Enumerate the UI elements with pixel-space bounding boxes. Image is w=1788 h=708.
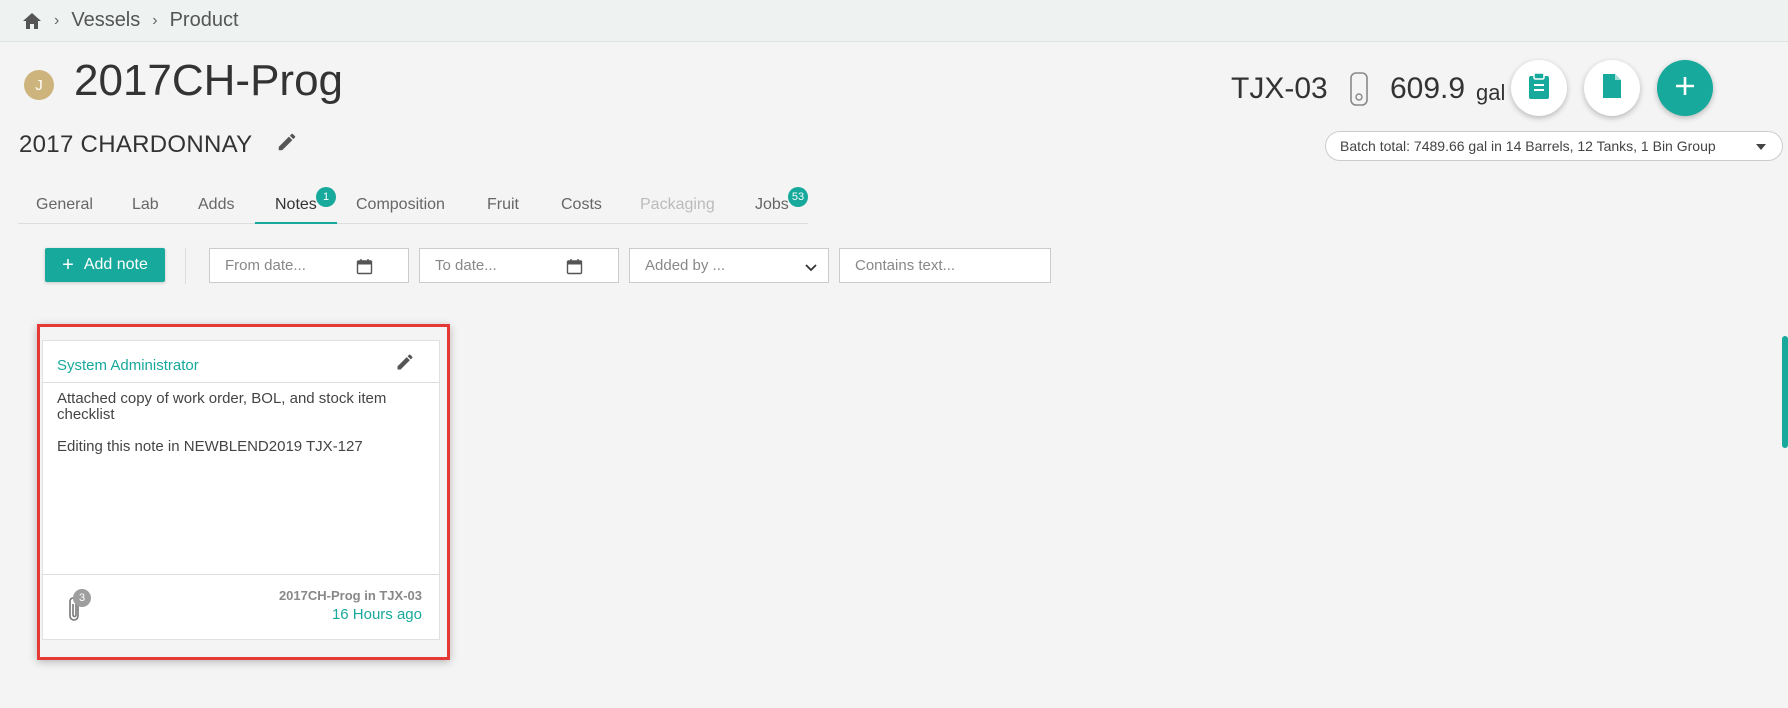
- tab-notes[interactable]: Notes: [275, 196, 317, 214]
- chevron-right-icon: ›: [152, 11, 158, 29]
- added-by-placeholder: Added by ...: [645, 257, 726, 274]
- add-note-label: Add note: [83, 256, 148, 273]
- clipboard-icon: [1527, 71, 1551, 105]
- volume-unit: gal: [1476, 80, 1506, 105]
- calendar-icon[interactable]: [566, 258, 583, 275]
- note-text-line: Attached copy of work order, BOL, and st…: [57, 390, 387, 423]
- note-text-line: Editing this note in NEWBLEND2019 TJX-12…: [57, 438, 363, 455]
- jobs-count-badge: 53: [788, 187, 808, 207]
- pencil-icon[interactable]: [276, 131, 298, 153]
- note-card: System Administrator Attached copy of wo…: [42, 340, 440, 640]
- attachment-count-badge: 3: [73, 589, 91, 607]
- notes-count-badge: 1: [316, 187, 336, 207]
- vessel-volume: 609.9: [1390, 72, 1466, 105]
- tab-packaging: Packaging: [640, 196, 715, 213]
- add-note-button[interactable]: + Add note: [45, 248, 165, 282]
- tab-lab[interactable]: Lab: [132, 196, 159, 214]
- tab-general[interactable]: General: [36, 196, 93, 214]
- note-timestamp: 16 Hours ago: [331, 606, 422, 623]
- document-icon: [1601, 72, 1623, 105]
- page-title: 2017CH-Prog: [74, 56, 344, 105]
- contains-text-input[interactable]: Contains text...: [839, 248, 1051, 283]
- home-icon[interactable]: [22, 11, 42, 31]
- tab-fruit[interactable]: Fruit: [487, 196, 519, 214]
- tab-costs[interactable]: Costs: [561, 196, 602, 214]
- plus-icon: [1673, 74, 1697, 103]
- chevron-down-icon: [804, 260, 818, 274]
- note-header: System Administrator: [43, 341, 439, 383]
- vessel-code: TJX-03: [1231, 72, 1328, 105]
- to-date-input[interactable]: To date...: [419, 248, 619, 283]
- toolbar-divider: [185, 248, 186, 284]
- to-date-placeholder: To date...: [435, 257, 497, 274]
- tab-adds[interactable]: Adds: [198, 196, 234, 214]
- note-footer: 3 2017CH-Prog in TJX-03 16 Hours ago: [43, 574, 439, 641]
- plus-icon: +: [62, 254, 74, 276]
- scrollbar-thumb[interactable]: [1782, 336, 1788, 448]
- add-button[interactable]: [1657, 60, 1713, 116]
- note-author-link[interactable]: System Administrator: [57, 357, 199, 374]
- active-tab-indicator: [255, 222, 337, 224]
- pencil-icon[interactable]: [395, 352, 415, 372]
- document-button[interactable]: [1584, 60, 1640, 116]
- tank-icon: [1348, 70, 1370, 108]
- caret-down-icon: [1756, 144, 1766, 150]
- tab-composition[interactable]: Composition: [356, 196, 445, 214]
- work-order-button[interactable]: [1511, 60, 1567, 116]
- from-date-placeholder: From date...: [225, 257, 306, 274]
- chevron-right-icon: ›: [54, 11, 60, 29]
- batch-total-dropdown[interactable]: Batch total: 7489.66 gal in 14 Barrels, …: [1325, 131, 1783, 161]
- tab-jobs[interactable]: Jobs: [755, 196, 789, 214]
- contains-text-placeholder: Contains text...: [855, 257, 956, 274]
- note-location: 2017CH-Prog in TJX-03: [278, 588, 422, 603]
- added-by-select[interactable]: Added by ...: [629, 248, 829, 283]
- lot-description: 2017 CHARDONNAY: [19, 131, 253, 158]
- breadcrumb-product[interactable]: Product: [170, 9, 239, 32]
- tab-bar: General Lab Adds Notes 1 Composition Fru…: [18, 187, 808, 224]
- note-body: Attached copy of work order, BOL, and st…: [57, 391, 427, 471]
- calendar-icon[interactable]: [356, 258, 373, 275]
- from-date-input[interactable]: From date...: [209, 248, 409, 283]
- batch-total-text: Batch total: 7489.66 gal in 14 Barrels, …: [1340, 138, 1716, 154]
- breadcrumb: › Vessels › Product: [0, 0, 1788, 42]
- avatar: J: [24, 70, 54, 100]
- breadcrumb-vessels[interactable]: Vessels: [71, 9, 140, 32]
